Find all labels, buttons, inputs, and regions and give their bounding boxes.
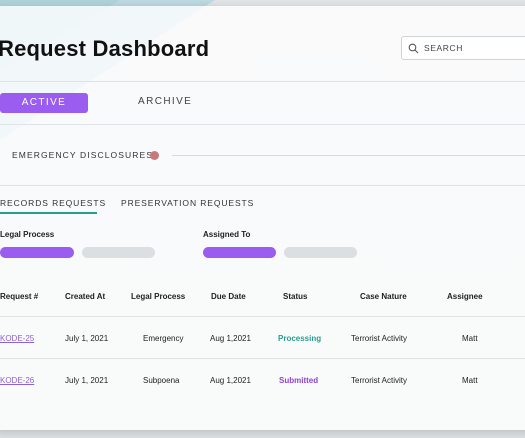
assignee-cell: Matt: [462, 334, 478, 343]
search-box[interactable]: [401, 36, 525, 60]
section-divider: [0, 185, 525, 186]
request-id-link[interactable]: KODE-25: [0, 334, 34, 343]
status-cell-processing: Processing: [278, 334, 322, 343]
filter-pill-assigned-to-option[interactable]: [284, 247, 357, 258]
status-cell-submitted: Submitted: [279, 376, 319, 385]
filter-label-legal-process: Legal Process: [0, 230, 55, 239]
page-title: Request Dashboard: [0, 36, 210, 61]
filter-pill-legal-process-option[interactable]: [82, 247, 155, 258]
case-nature-cell: Terrorist Activity: [351, 334, 408, 343]
column-header-status[interactable]: Status: [283, 292, 307, 301]
filter-label-assigned-to: Assigned To: [203, 230, 251, 239]
tab-archive[interactable]: ARCHIVE: [138, 96, 192, 107]
filter-pill-assigned-to-selected[interactable]: [203, 247, 276, 258]
search-icon: [408, 43, 419, 54]
search-input[interactable]: [424, 40, 525, 56]
dashboard-panel: Request Dashboard ACTIVE ARCHIVE EMERGEN…: [0, 6, 525, 430]
created-at-cell: July 1, 2021: [65, 334, 109, 343]
column-header-assignee[interactable]: Assignee: [447, 292, 483, 301]
subtab-active-underline: [0, 212, 97, 214]
legal-process-cell: Subpoena: [143, 376, 180, 385]
status-dot: [150, 151, 159, 160]
section-rule: [172, 155, 525, 156]
filter-pill-legal-process-selected[interactable]: [0, 247, 74, 258]
due-date-cell: Aug 1,2021: [210, 334, 251, 343]
dashboard-screen: Request Dashboard ACTIVE ARCHIVE EMERGEN…: [0, 0, 525, 438]
column-header-due-date[interactable]: Due Date: [211, 292, 246, 301]
assignee-cell: Matt: [462, 376, 478, 385]
created-at-cell: July 1, 2021: [65, 376, 109, 385]
subtab-records-requests[interactable]: RECORDS REQUESTS: [0, 198, 106, 208]
section-title: EMERGENCY DISCLOSURES: [12, 150, 154, 160]
tabs-divider: [0, 124, 525, 125]
request-id-link[interactable]: KODE-26: [0, 376, 34, 385]
header-divider: [0, 81, 525, 82]
table-row[interactable]: KODE-25 July 1, 2021 Emergency Aug 1,202…: [0, 317, 525, 359]
subtab-preservation-requests[interactable]: PRESERVATION REQUESTS: [121, 198, 254, 208]
due-date-cell: Aug 1,2021: [210, 376, 251, 385]
legal-process-cell: Emergency: [143, 334, 184, 343]
column-header-case-nature[interactable]: Case Nature: [360, 292, 407, 301]
tab-active[interactable]: ACTIVE: [0, 93, 88, 113]
column-header-request[interactable]: Request #: [0, 292, 38, 301]
case-nature-cell: Terrorist Activity: [351, 376, 408, 385]
table-row[interactable]: KODE-26 July 1, 2021 Subpoena Aug 1,2021…: [0, 359, 525, 401]
column-header-legal-process[interactable]: Legal Process: [131, 292, 185, 301]
column-header-created-at[interactable]: Created At: [65, 292, 105, 301]
